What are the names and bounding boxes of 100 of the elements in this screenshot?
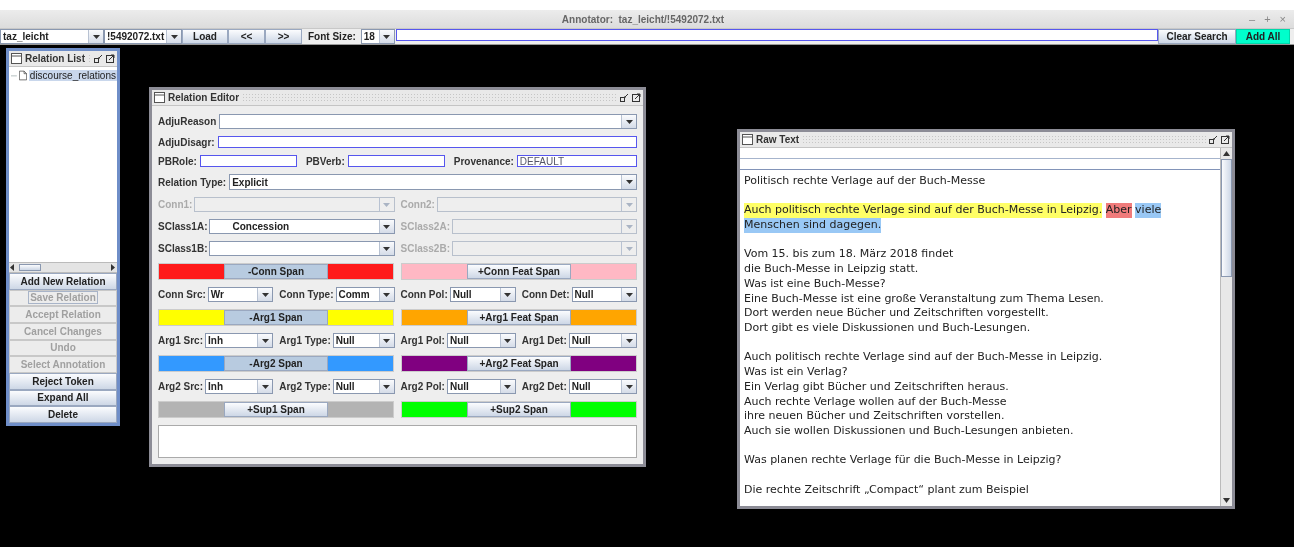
previous-button[interactable]: << (228, 29, 265, 44)
caret-icon (504, 384, 512, 389)
frame-title: Raw Text (756, 134, 800, 145)
scroll-up-icon (1223, 151, 1230, 156)
minimize-icon[interactable] (94, 54, 103, 63)
maximize-icon[interactable] (1221, 135, 1230, 144)
caret-icon (625, 224, 633, 229)
field-label: Arg1 Src: (158, 335, 203, 346)
span-button[interactable]: -Conn Span (224, 264, 328, 279)
annotated-text[interactable]: Aber (1105, 203, 1132, 219)
span-button[interactable]: +Sup2 Span (467, 402, 571, 417)
next-button[interactable]: >> (265, 29, 302, 44)
caret-icon (383, 246, 390, 251)
scroll-left-icon (10, 263, 15, 271)
window-icon (154, 92, 165, 103)
dropdown[interactable]: Null (568, 333, 637, 348)
window-icon (742, 134, 753, 145)
caret-icon (625, 246, 633, 251)
dropdown[interactable]: Wr (207, 287, 274, 302)
caret-icon (625, 384, 633, 389)
caret-icon (383, 224, 390, 229)
caret-icon (383, 34, 391, 39)
load-button[interactable]: Load (182, 29, 228, 44)
clear-search-button[interactable]: Clear Search (1158, 29, 1236, 44)
field-label: Arg2 Type: (279, 381, 331, 392)
text-line: Was ist eine Buch-Messe? (744, 276, 887, 292)
span-button[interactable]: +Sup1 Span (224, 402, 328, 417)
dropdown[interactable]: Inh (205, 379, 274, 394)
caret-icon (383, 384, 390, 389)
text-field[interactable] (199, 155, 297, 167)
dropdown[interactable]: Inh (205, 333, 274, 348)
annotated-text[interactable]: Auch politisch rechte Verlage sind auf der Buch-Messe in Leipzig. (744, 203, 1103, 219)
search-field[interactable] (395, 29, 1158, 41)
caret-icon (261, 292, 269, 297)
maximize-icon[interactable] (632, 93, 641, 102)
caret-icon (383, 292, 390, 297)
minimize-icon[interactable] (620, 93, 629, 102)
span-button[interactable]: -Arg2 Span (224, 356, 328, 371)
field-label: Arg1 Det: (521, 335, 567, 346)
field-label: Arg2 Src: (158, 381, 203, 392)
caret-icon (504, 338, 512, 343)
caret-icon (170, 34, 178, 39)
caret-icon (504, 292, 512, 297)
text-line: Vom 15. bis zum 18. März 2018 findet (744, 247, 955, 263)
scroll-thumb[interactable] (19, 263, 41, 271)
field-label: PBRole: (158, 155, 197, 167)
field-label: Conn Type: (279, 289, 334, 300)
text-line: Auch sie wollen Diskussionen und Buch-Lesungen anbieten. (744, 423, 1075, 439)
dropdown[interactable]: Null (449, 287, 516, 302)
tree-item[interactable]: discourse_relations (28, 70, 117, 81)
caret-icon (625, 338, 633, 343)
window-icon (11, 53, 22, 64)
text-line: ihre neuen Bücher und Zeitschriften vorstellen. (744, 409, 1006, 424)
add-all-button[interactable]: Add All (1236, 29, 1290, 44)
dropdown[interactable] (209, 241, 395, 256)
dropdown[interactable]: Null (446, 379, 516, 394)
field-label: Arg1 Pol: (400, 335, 445, 346)
dropdown[interactable]: 18 (360, 29, 395, 44)
dropdown[interactable]: Null (568, 379, 637, 394)
field-label: Arg1 Type: (279, 335, 331, 346)
dropdown[interactable]: Null (332, 333, 395, 348)
field-label: Conn1: (158, 199, 193, 210)
text-field[interactable] (217, 136, 637, 148)
text-line: Ein Verlag gibt Bücher und Zeitschriften heraus. (744, 379, 1010, 395)
caret-icon (383, 202, 390, 207)
dropdown[interactable]: Null (446, 333, 516, 348)
field-label: Relation Type: (158, 176, 227, 188)
span-button[interactable]: +Arg1 Feat Span (467, 310, 571, 325)
field-label: Arg2 Pol: (400, 381, 445, 392)
span-button[interactable]: -Arg1 Span (224, 310, 328, 325)
dropdown[interactable]: Comm (335, 287, 395, 302)
field-label: Conn2: (400, 199, 435, 210)
dropdown[interactable]: !5492072.txt (104, 29, 182, 44)
text-line: Politisch rechte Verlage auf der Buch-Messe (744, 174, 987, 189)
horizontal-scrollbar[interactable] (9, 261, 117, 273)
caret-icon (383, 338, 390, 343)
minimize-icon[interactable] (1209, 135, 1218, 144)
field-label: SClass1B: (158, 243, 208, 254)
dropdown[interactable]: Null (332, 379, 395, 394)
field-label: AdjuReason (158, 116, 217, 127)
action-button[interactable]: Delete (9, 406, 117, 423)
maximize-icon[interactable] (106, 54, 115, 63)
dropdown[interactable]: Null (571, 287, 637, 302)
dropdown[interactable]: taz_leicht (0, 29, 104, 44)
notes-field[interactable] (158, 425, 637, 458)
field-label: SClass1A: (158, 221, 208, 232)
span-button[interactable]: +Conn Feat Span (467, 264, 571, 279)
dropdown[interactable]: Concession (209, 219, 395, 234)
annotated-text[interactable]: viele (1135, 203, 1162, 219)
field-label: Conn Src: (158, 289, 206, 300)
text-field[interactable]: DEFAULT (516, 155, 637, 167)
window-title: Annotator: taz_leicht/!5492072.txt (560, 13, 726, 25)
scroll-thumb[interactable] (1221, 159, 1232, 277)
vertical-scrollbar[interactable] (1220, 148, 1232, 506)
dropdown[interactable]: Explicit (229, 174, 637, 190)
span-button[interactable]: +Arg2 Feat Span (467, 356, 571, 371)
text-field[interactable] (347, 155, 445, 167)
field-label: Arg2 Det: (521, 381, 567, 392)
annotated-text[interactable]: Menschen sind dagegen. (744, 218, 882, 233)
dropdown[interactable] (219, 114, 637, 129)
